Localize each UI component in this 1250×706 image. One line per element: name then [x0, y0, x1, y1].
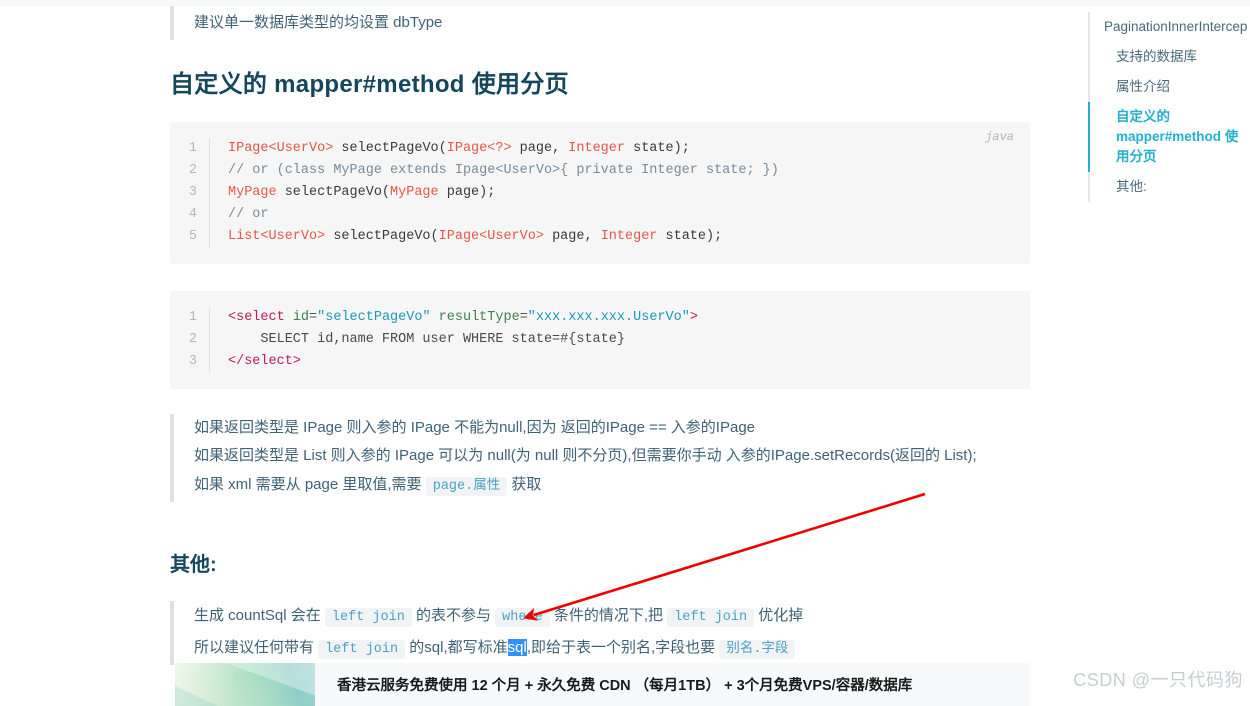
code-token: "xxx.xxx.xxx.UserVo" [527, 309, 690, 325]
code-line: SELECT id,name FROM user WHERE state=#{s… [228, 329, 698, 351]
note-line: 如果返回类型是 IPage 则入参的 IPage 不能为null,因为 返回的I… [194, 414, 1030, 442]
code-line-number: 2 [188, 162, 197, 178]
code-token: // or [228, 206, 269, 222]
code-line-number: 3 [188, 184, 197, 200]
promo-banner-thumbnail [175, 663, 315, 706]
inline-code-left-join[interactable]: left join [324, 607, 412, 627]
top-blockquote-line: 建议单一数据库类型的均设置 dbType [194, 9, 442, 37]
code-token: state); [625, 140, 690, 156]
top-blockquote: 建议单一数据库类型的均设置 dbType [170, 6, 1030, 40]
other-l1-p4: 优化掉 [758, 606, 804, 624]
top-blockquote-text: 建议单一数据库类型的均设置 dbType [194, 14, 443, 31]
code-token: <select [228, 309, 285, 325]
note-line-3-suffix: 获取 [511, 475, 542, 493]
table-of-contents: PaginationInnerIntercep 支持的数据库 属性介绍 自定义的 ma… [1088, 12, 1250, 202]
code-token: List<UserVo> [228, 228, 326, 244]
code-token: SELECT id,name FROM user WHERE state=#{s… [228, 331, 625, 347]
code-token: IPage<UserVo> [228, 140, 334, 156]
code-token: Integer [600, 228, 658, 244]
other-blockquote: 生成 countSql 会在 left join 的表不参与 where 条件的… [170, 600, 1030, 665]
code-line: // or [228, 204, 779, 226]
code-line-number: 2 [188, 331, 197, 347]
code-line: IPage<UserVo> selectPageVo(IPage<?> page… [228, 138, 779, 160]
page-root: 建议单一数据库类型的均设置 dbType 自定义的 mapper#method … [0, 0, 1250, 706]
code-token: selectPageVo( [325, 228, 439, 244]
code-token: state); [657, 228, 723, 244]
code-token: MyPage [390, 184, 439, 200]
other-l2-p1: 所以建议任何带有 [194, 638, 315, 656]
code-line: </select> [228, 351, 698, 373]
other-line-2: 所以建议任何带有 left join 的sql,都写标准sql,即给于表一个别名… [194, 633, 1030, 665]
selected-text-sql[interactable]: sql [507, 638, 527, 656]
code-language-label: java [985, 129, 1014, 144]
code-line: List<UserVo> selectPageVo(IPage<UserVo> … [228, 226, 779, 248]
note-line-2: 如果返回类型是 List 则入参的 IPage 可以为 null(为 null … [194, 446, 977, 464]
code-token: selectPageVo( [276, 184, 391, 200]
code-token: IPage<UserVo> [438, 228, 544, 244]
code-body: 123 <select id="selectPageVo" resultType… [170, 291, 1030, 389]
inline-code-page-attr[interactable]: page.属性 [425, 476, 508, 496]
code-line-numbers: 1 2 3 [170, 306, 210, 373]
code-content[interactable]: <select id="selectPageVo" resultType="xx… [210, 307, 698, 373]
note-line: 如果返回类型是 List 则入参的 IPage 可以为 null(为 null … [194, 442, 1030, 470]
code-token: resultType [438, 309, 520, 325]
toc-item-2[interactable]: 属性介绍 [1090, 72, 1250, 102]
other-l1-p2: 的表不参与 [415, 606, 491, 624]
other-l1-p1: 生成 countSql 会在 [194, 606, 321, 624]
toc-item-0[interactable]: PaginationInnerIntercep [1090, 12, 1250, 42]
code-line-number: 1 [188, 140, 197, 156]
article-column: 建议单一数据库类型的均设置 dbType 自定义的 mapper#method … [170, 0, 1030, 665]
csdn-watermark: CSDN @一只代码狗 [1073, 670, 1243, 690]
code-line-number: 4 [188, 206, 197, 222]
code-line: // or (class MyPage extends Ipage<UserVo… [228, 160, 779, 182]
code-line-number: 3 [188, 353, 197, 369]
code-token: selectPageVo( [333, 140, 447, 156]
section-title-other: 其他: [170, 553, 217, 576]
code-block-xml[interactable]: 123 <select id="selectPageVo" resultType… [170, 290, 1030, 389]
code-token: "selectPageVo" [317, 309, 431, 325]
inline-code-alias-field[interactable]: 别名.字段 [719, 639, 796, 659]
code-token: // or (class MyPage extends Ipage<UserVo… [228, 162, 779, 178]
code-line: MyPage selectPageVo(MyPage page); [228, 182, 779, 204]
other-l2-p2: 的sql,都写标准 [409, 638, 508, 656]
code-line-number: 1 [188, 309, 197, 325]
code-token: page); [438, 184, 496, 200]
other-l2-p3: ,即给于表一个别名,字段也要 [526, 638, 716, 656]
page-title: 自定义的 mapper#method 使用分页 [170, 71, 569, 98]
promo-banner-text: 香港云服务免费使用 12 个月 + 永久免费 CDN （每月1TB） + 3个月… [337, 678, 913, 694]
code-body: 12345 IPage<UserVo> selectPageVo(IPage<?… [170, 122, 1030, 264]
notes-blockquote: 如果返回类型是 IPage 则入参的 IPage 不能为null,因为 返回的I… [170, 413, 1030, 502]
code-token: = [519, 309, 528, 325]
code-token: page, [511, 140, 569, 156]
code-token: = [309, 309, 318, 325]
other-line-1: 生成 countSql 会在 left join 的表不参与 where 条件的… [194, 601, 1030, 633]
note-line-3-prefix: 如果 xml 需要从 page 里取值,需要 [194, 475, 422, 493]
inline-code-where[interactable]: where [495, 607, 550, 627]
toc-item-1[interactable]: 支持的数据库 [1090, 42, 1250, 72]
code-token: </select> [228, 353, 301, 369]
toc-item-4[interactable]: 其他: [1090, 172, 1250, 202]
code-line: <select id="selectPageVo" resultType="xx… [228, 307, 698, 329]
code-line-numbers: 1 2 3 4 5 [170, 137, 210, 248]
toc-item-3[interactable]: 自定义的 mapper#method 使用分页 [1090, 102, 1242, 172]
code-token: page, [543, 228, 601, 244]
code-token: Integer [568, 140, 625, 156]
inline-code-left-join[interactable]: left join [318, 639, 406, 659]
note-line: 如果 xml 需要从 page 里取值,需要 page.属性 获取 [194, 470, 1030, 502]
code-token: > [689, 309, 698, 325]
code-line-number: 5 [188, 228, 197, 244]
code-token: IPage<?> [446, 140, 512, 156]
note-line-1: 如果返回类型是 IPage 则入参的 IPage 不能为null,因为 返回的I… [194, 418, 756, 436]
inline-code-left-join[interactable]: left join [667, 607, 755, 627]
code-block-java[interactable]: java 12345 IPage<UserVo> selectPageVo(IP… [170, 121, 1030, 264]
code-token: MyPage [228, 184, 277, 200]
promo-banner[interactable]: 香港云服务免费使用 12 个月 + 永久免费 CDN （每月1TB） + 3个月… [175, 663, 1030, 706]
other-l1-p3: 条件的情况下,把 [553, 606, 664, 624]
code-token: id [292, 309, 310, 325]
code-content[interactable]: IPage<UserVo> selectPageVo(IPage<?> page… [210, 138, 779, 248]
